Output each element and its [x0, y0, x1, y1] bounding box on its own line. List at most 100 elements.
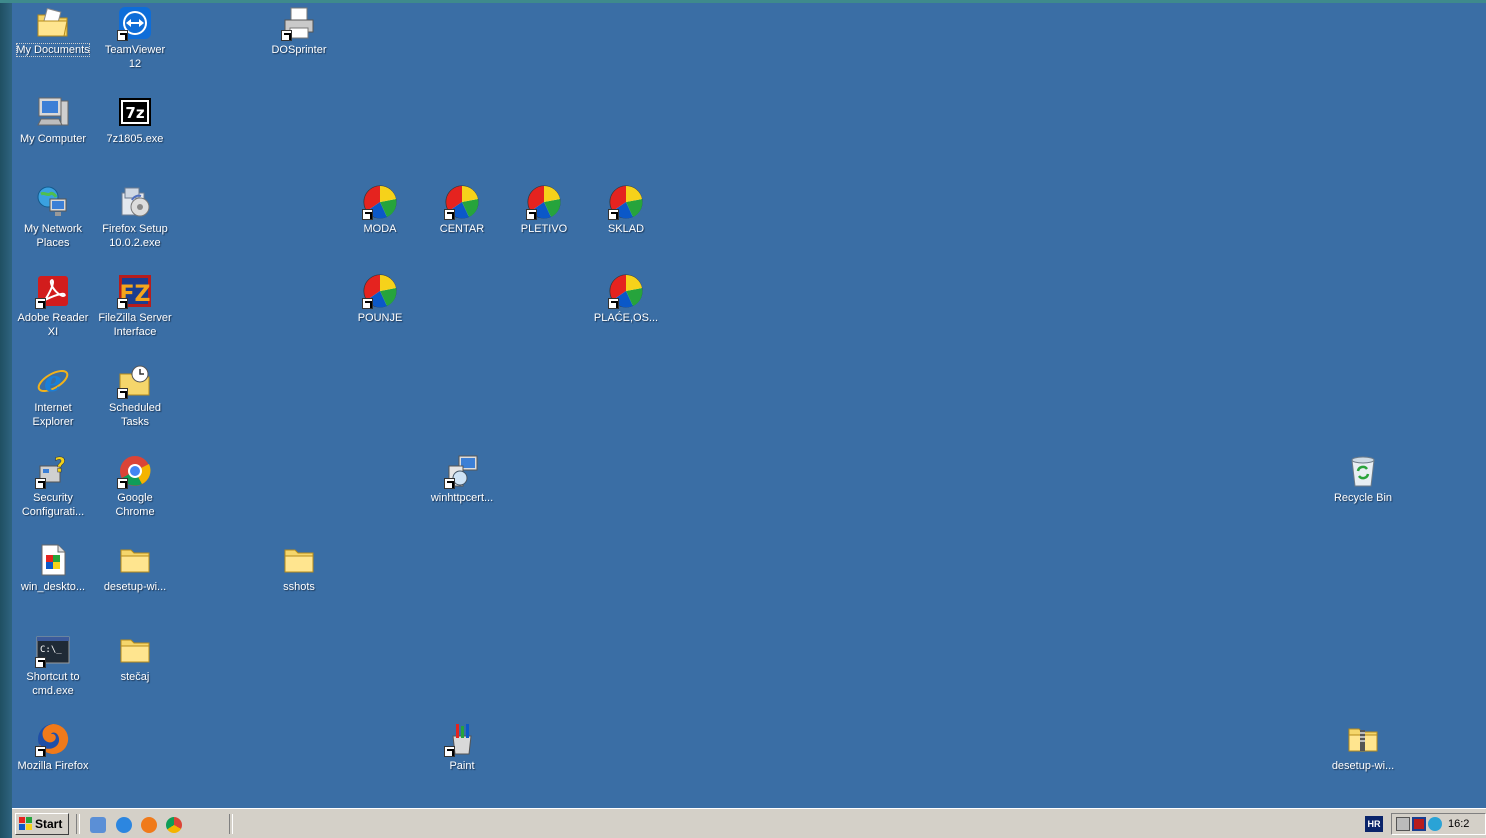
document-icon [35, 542, 71, 578]
desktop-icon-mozilla-firefox[interactable]: Mozilla Firefox [13, 721, 93, 773]
icon-label: Firefox Setup 10.0.2.exe [102, 223, 168, 249]
filezilla-icon: FZ [117, 273, 153, 309]
icon-label: desetup-wi... [1331, 760, 1395, 772]
desktop-icon-my-documents[interactable]: My Documents [13, 5, 93, 57]
chrome-icon[interactable] [166, 817, 182, 833]
desktop-icon-internet-explorer[interactable]: e Internet Explorer [13, 363, 93, 429]
desktop-icon-pounje[interactable]: POUNJE [340, 273, 420, 325]
internet-explorer-icon[interactable] [116, 817, 132, 833]
icon-label: Scheduled Tasks [109, 402, 161, 428]
show-desktop-icon[interactable] [90, 817, 106, 833]
desktop-icon-teamviewer[interactable]: TeamViewer 12 [95, 5, 175, 71]
beach-ball-icon [362, 184, 398, 220]
firefox-icon [35, 721, 71, 757]
my-documents-icon [35, 5, 71, 41]
icon-label: PLETIVO [520, 223, 568, 235]
svg-text:e: e [44, 365, 62, 398]
desktop-icon-google-chrome[interactable]: Google Chrome [95, 453, 175, 519]
beach-ball-icon [444, 184, 480, 220]
filezilla-tray-icon[interactable] [1412, 817, 1426, 831]
desktop-icon-pletivo[interactable]: PLETIVO [504, 184, 584, 236]
shortcut-arrow-icon [608, 209, 619, 220]
icon-label: Internet Explorer [32, 402, 74, 428]
shortcut-arrow-icon [444, 746, 455, 757]
icon-label: My Computer [19, 133, 87, 145]
shortcut-arrow-icon [608, 298, 619, 309]
desktop-icon-adobe-reader[interactable]: Adobe Reader XI [13, 273, 93, 339]
firefox-icon[interactable] [141, 817, 157, 833]
installer-icon [117, 184, 153, 220]
scheduled-tasks-icon [117, 363, 153, 399]
desktop: My Documents TeamViewer 12 DOSprinter My… [12, 3, 1486, 808]
icon-label: TeamViewer 12 [104, 44, 166, 70]
shortcut-arrow-icon [35, 478, 46, 489]
icon-label: desetup-wi... [103, 581, 167, 593]
icon-label: 7z1805.exe [106, 133, 164, 145]
icon-label: Google Chrome [115, 492, 155, 518]
desktop-icon-7z1805[interactable]: 7z 7z1805.exe [95, 94, 175, 146]
desktop-icon-stecaj[interactable]: stečaj [95, 632, 175, 684]
icon-label: DOSprinter [271, 44, 327, 56]
icon-label: Recycle Bin [1333, 492, 1393, 504]
icon-label: POUNJE [357, 312, 403, 324]
desktop-icon-centar[interactable]: CENTAR [422, 184, 502, 236]
shortcut-arrow-icon [117, 30, 128, 41]
printer-tray-icon[interactable] [1396, 817, 1410, 831]
desktop-icon-moda[interactable]: MODA [340, 184, 420, 236]
network-tray-icon[interactable] [1428, 817, 1442, 831]
folder-icon [281, 542, 317, 578]
desktop-icon-desetup-zip[interactable]: desetup-wi... [1323, 721, 1403, 773]
desktop-icon-my-computer[interactable]: My Computer [13, 94, 93, 146]
internet-explorer-icon: e [35, 363, 71, 399]
desktop-icon-dosprinter[interactable]: DOSprinter [259, 5, 339, 57]
desktop-icon-my-network-places[interactable]: My Network Places [13, 184, 93, 250]
paint-icon [444, 721, 480, 757]
desktop-icon-sshots[interactable]: sshots [259, 542, 339, 594]
desktop-icon-place[interactable]: PLAĆE,OS... [586, 273, 666, 325]
desktop-icon-win-desktop[interactable]: win_deskto... [13, 542, 93, 594]
start-label: Start [35, 817, 63, 831]
desktop-icon-cmd-shortcut[interactable]: C:\_ Shortcut to cmd.exe [13, 632, 93, 698]
clock[interactable]: 16:2 [1448, 818, 1485, 830]
desktop-icon-paint[interactable]: Paint [422, 721, 502, 773]
desktop-icon-firefox-setup[interactable]: Firefox Setup 10.0.2.exe [95, 184, 175, 250]
cert-tool-icon [444, 453, 480, 489]
icon-label: My Network Places [23, 223, 83, 249]
shortcut-arrow-icon [117, 478, 128, 489]
beach-ball-icon [608, 184, 644, 220]
shortcut-arrow-icon [35, 657, 46, 668]
desktop-icon-scheduled-tasks[interactable]: Scheduled Tasks [95, 363, 175, 429]
language-indicator[interactable]: HR [1365, 816, 1383, 832]
icon-label: SKLAD [607, 223, 645, 235]
windows-logo-icon [19, 817, 33, 831]
icon-label: FileZilla Server Interface [98, 312, 172, 338]
desktop-icon-sklad[interactable]: SKLAD [586, 184, 666, 236]
icon-label: My Documents [16, 43, 90, 57]
printer-icon [281, 5, 317, 41]
quicklaunch-separator [229, 814, 233, 834]
beach-ball-icon [362, 273, 398, 309]
desktop-icon-winhttpcert[interactable]: winhttpcert... [422, 453, 502, 505]
shortcut-arrow-icon [362, 298, 373, 309]
icon-label: winhttpcert... [430, 492, 494, 504]
desktop-icon-security-configuration[interactable]: ? Security Configurati... [13, 453, 93, 519]
teamviewer-icon [117, 5, 153, 41]
desktop-icon-desetup-folder[interactable]: desetup-wi... [95, 542, 175, 594]
desktop-icon-recycle-bin[interactable]: Recycle Bin [1323, 453, 1403, 505]
taskbar: Start HR 16:2 [12, 808, 1486, 838]
icon-label: MODA [363, 223, 397, 235]
icon-label: Paint [449, 760, 475, 772]
icon-label: stečaj [120, 671, 150, 683]
network-places-icon [35, 184, 71, 220]
recycle-bin-icon [1345, 453, 1381, 489]
svg-text:C:\_: C:\_ [40, 645, 62, 655]
start-button[interactable]: Start [15, 813, 69, 835]
7zip-icon: 7z [117, 94, 153, 130]
my-computer-icon [35, 94, 71, 130]
icon-label: PLAĆE,OS... [593, 312, 659, 324]
svg-text:?: ? [54, 454, 66, 477]
system-tray: 16:2 [1391, 813, 1486, 835]
window-frame-left [0, 0, 12, 838]
desktop-icon-filezilla-server[interactable]: FZ FileZilla Server Interface [95, 273, 175, 339]
chrome-icon [117, 453, 153, 489]
